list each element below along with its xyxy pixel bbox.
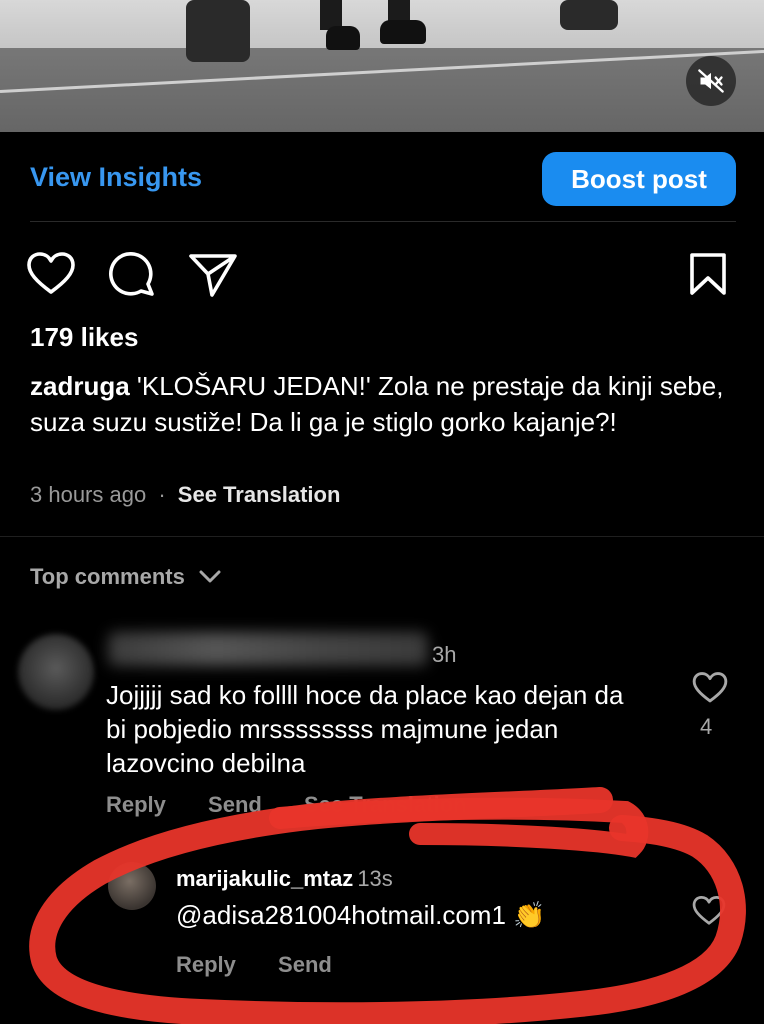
video-planter [560,0,618,30]
see-translation-button[interactable]: See Translation [304,792,467,817]
reply-time: 13s [357,866,393,891]
chevron-down-icon [199,570,221,583]
video-planter [186,0,250,62]
video-road [0,48,764,132]
reply-text: @adisa281004hotmail.com1 👏 [176,900,546,930]
comment-time: 3h [432,642,457,667]
divider [0,536,764,537]
avatar[interactable] [18,634,94,710]
caption-text: 'KLOŠARU JEDAN!' Zola ne prestaje da kin… [30,371,724,437]
post-meta: 3 hours ago · See Translation [30,482,340,508]
boost-post-button[interactable]: Boost post [542,152,736,206]
meta-separator: · [158,482,166,507]
paper-plane-icon[interactable] [188,252,238,298]
post-time: 3 hours ago [30,482,147,507]
reply-actions: Reply Send [176,952,368,978]
reply-like-heart-icon[interactable] [692,896,726,926]
video-shoe [326,26,360,50]
avatar[interactable] [108,862,156,910]
caption-username[interactable]: zadruga [30,371,130,401]
send-button[interactable]: Send [278,952,332,977]
likes-count[interactable]: 179 likes [30,322,138,353]
divider [30,221,736,222]
bookmark-icon[interactable] [688,252,728,296]
comment-actions: Reply Send See Translation [106,792,503,818]
comment-bubble-icon[interactable] [108,250,156,298]
blurred-username [108,632,428,666]
view-insights-link[interactable]: View Insights [30,162,202,193]
comment-like-count: 4 [700,714,713,739]
top-comments-label: Top comments [30,564,185,589]
insights-row: View Insights Boost post [0,150,764,208]
comment-like-heart-icon[interactable] [692,672,728,704]
see-translation-link[interactable]: See Translation [178,482,341,507]
reply-username[interactable]: marijakulic_mtaz [176,866,353,891]
post-video[interactable] [0,0,764,132]
video-shoe [380,20,426,44]
reply-header: marijakulic_mtaz 13s [176,866,393,892]
reply-button[interactable]: Reply [106,792,166,817]
send-button[interactable]: Send [208,792,262,817]
post-caption: zadruga 'KLOŠARU JEDAN!' Zola ne prestaj… [30,368,740,440]
top-comments-toggle[interactable]: Top comments [30,564,221,590]
reply-button[interactable]: Reply [176,952,236,977]
comment-text: Jojjjjj sad ko follll hoce da place kao … [106,680,624,778]
speaker-muted-icon [698,69,724,93]
heart-icon[interactable] [26,252,76,296]
mute-button[interactable] [686,56,736,106]
